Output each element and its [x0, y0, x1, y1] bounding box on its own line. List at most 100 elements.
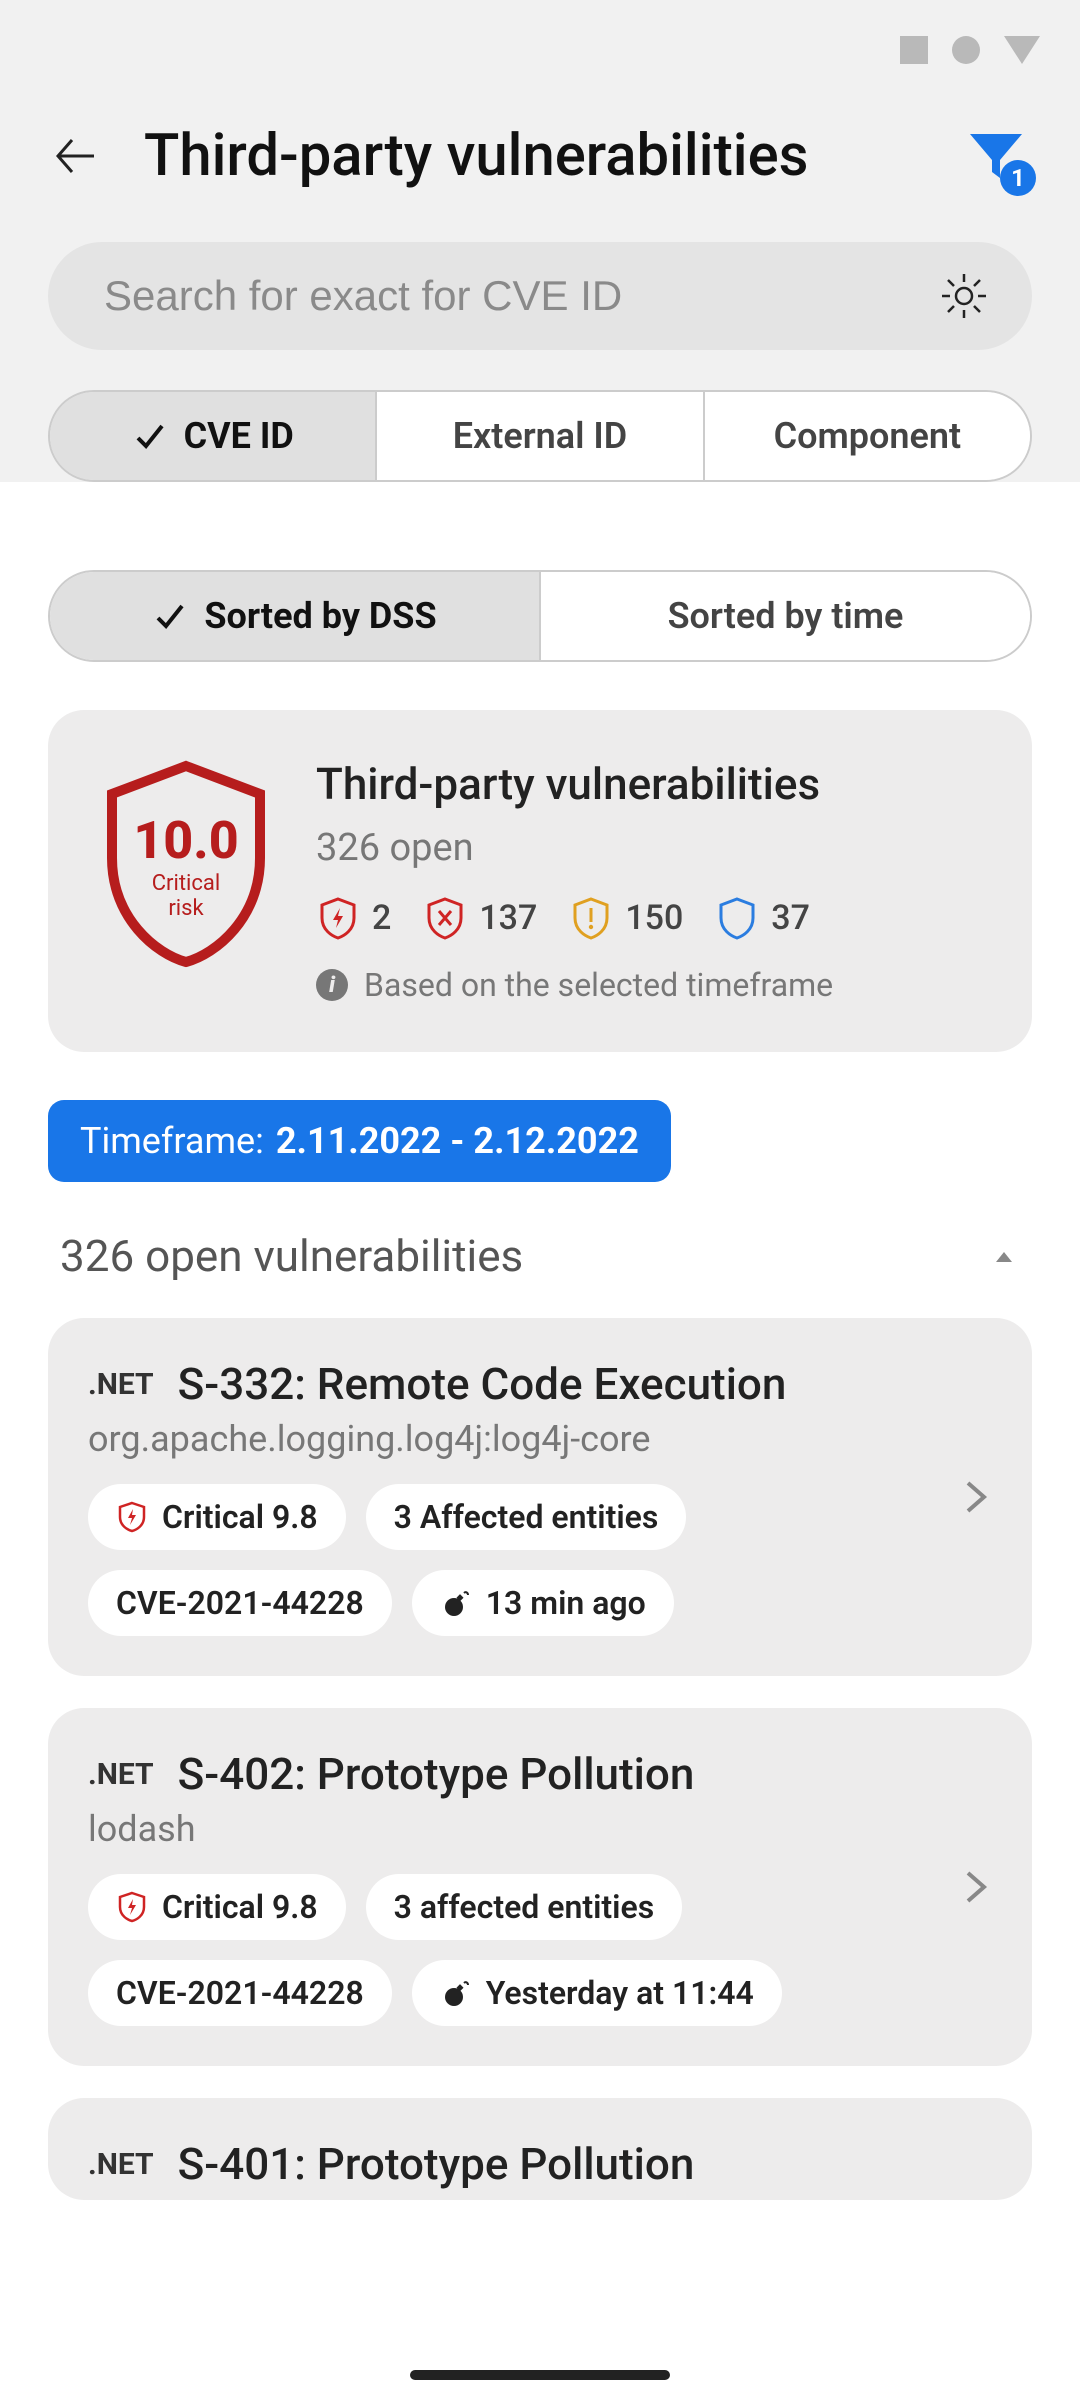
search-bar[interactable]	[48, 242, 1032, 350]
tab-cve-id[interactable]: CVE ID	[50, 392, 377, 480]
shield-icon	[715, 896, 759, 940]
chevron-right-icon	[956, 1477, 996, 1517]
shield-content: 10.0 Critical risk	[96, 758, 276, 968]
vuln-header: .NET S-402: Prototype Pollution	[88, 1748, 992, 1800]
tab-external-id-label: External ID	[453, 415, 627, 457]
severity-high-count: 137	[479, 898, 537, 938]
severity-medium-count: 150	[625, 898, 683, 938]
vuln-title: S-402: Prototype Pollution	[178, 1748, 695, 1800]
vuln-header: .NET S-332: Remote Code Execution	[88, 1358, 992, 1410]
timeframe-chip[interactable]: Timeframe: 2.11.2022 - 2.12.2022	[48, 1100, 671, 1182]
list-section-header[interactable]: 326 open vulnerabilities	[48, 1230, 1032, 1318]
affected-chip-label: 3 affected entities	[394, 1888, 655, 1926]
tab-sort-time-label: Sorted by time	[668, 595, 904, 637]
vuln-title: S-332: Remote Code Execution	[178, 1358, 787, 1410]
severity-low: 37	[715, 896, 810, 940]
tab-component-label: Component	[774, 415, 962, 457]
search-mode-tabs: CVE ID External ID Component	[48, 390, 1032, 482]
filter-button[interactable]: 1	[960, 120, 1032, 192]
collapse-button[interactable]	[988, 1240, 1020, 1272]
vuln-subtitle: lodash	[88, 1808, 992, 1850]
severity-high: 137	[423, 896, 537, 940]
tech-badge: .NET	[88, 2147, 154, 2182]
tab-external-id[interactable]: External ID	[377, 392, 704, 480]
check-icon	[152, 598, 188, 634]
severity-chip: Critical 9.8	[88, 1874, 346, 1940]
page-title: Third-party vulnerabilities	[144, 122, 920, 190]
cve-chip: CVE-2021-44228	[88, 1960, 392, 2026]
shield-bolt-icon	[116, 1891, 148, 1923]
search-input[interactable]	[104, 272, 912, 320]
time-chip: 13 min ago	[412, 1570, 674, 1636]
tech-badge: .NET	[88, 1367, 154, 1402]
vuln-card[interactable]: .NET S-401: Prototype Pollution	[48, 2098, 1032, 2200]
sort-tabs: Sorted by DSS Sorted by time	[48, 570, 1032, 662]
time-chip-label: 13 min ago	[486, 1584, 646, 1622]
risk-score-value: 10.0	[133, 815, 238, 867]
tab-sort-dss-label: Sorted by DSS	[204, 595, 436, 637]
vuln-header: .NET S-401: Prototype Pollution	[88, 2138, 992, 2190]
tab-cve-id-label: CVE ID	[184, 415, 294, 457]
gear-icon	[938, 270, 990, 322]
status-circle-icon	[952, 36, 980, 64]
tab-component[interactable]: Component	[705, 392, 1030, 480]
risk-label-line2: risk	[168, 896, 203, 921]
summary-info-text: Based on the selected timeframe	[364, 966, 833, 1004]
tab-sort-dss[interactable]: Sorted by DSS	[50, 572, 541, 660]
severity-chip-label: Critical 9.8	[162, 1888, 318, 1926]
risk-label-line1: Critical	[152, 871, 221, 896]
arrow-left-icon	[52, 132, 100, 180]
shield-bolt-icon	[116, 1501, 148, 1533]
nav-handle[interactable]	[410, 2370, 670, 2380]
shield-bolt-icon	[316, 896, 360, 940]
vuln-subtitle: org.apache.logging.log4j:log4j-core	[88, 1418, 992, 1460]
top-section: Third-party vulnerabilities 1 CVE ID Ext…	[0, 100, 1080, 482]
search-settings-button[interactable]	[936, 268, 992, 324]
vuln-card[interactable]: .NET S-402: Prototype Pollution lodash C…	[48, 1708, 1032, 2066]
tech-badge: .NET	[88, 1757, 154, 1792]
severity-medium: 150	[569, 896, 683, 940]
bomb-icon	[440, 1977, 472, 2009]
check-icon	[132, 418, 168, 454]
timeframe-label: Timeframe:	[80, 1120, 264, 1162]
severity-critical-count: 2	[372, 898, 391, 938]
triangle-up-icon	[992, 1244, 1016, 1268]
chip-row: Critical 9.8 3 affected entities CVE-202…	[88, 1874, 992, 2026]
affected-chip: 3 affected entities	[366, 1874, 683, 1940]
cve-chip: CVE-2021-44228	[88, 1570, 392, 1636]
time-chip-label: Yesterday at 11:44	[486, 1974, 754, 2012]
app-bar: Third-party vulnerabilities 1	[0, 100, 1080, 212]
severity-chip-label: Critical 9.8	[162, 1498, 318, 1536]
risk-score-shield: 10.0 Critical risk	[96, 758, 276, 968]
tab-sort-time[interactable]: Sorted by time	[541, 572, 1030, 660]
cve-chip-label: CVE-2021-44228	[116, 1584, 364, 1622]
summary-info-row: i Based on the selected timeframe	[316, 966, 984, 1004]
shield-exclaim-icon	[569, 896, 613, 940]
bomb-icon	[440, 1587, 472, 1619]
affected-chip: 3 Affected entities	[366, 1484, 687, 1550]
list-section-title: 326 open vulnerabilities	[60, 1230, 523, 1282]
severity-row: 2 137 150	[316, 896, 984, 940]
cve-chip-label: CVE-2021-44228	[116, 1974, 364, 2012]
chip-row: Critical 9.8 3 Affected entities CVE-202…	[88, 1484, 992, 1636]
info-icon: i	[316, 969, 348, 1001]
status-bar	[0, 0, 1080, 100]
filter-count-badge: 1	[1000, 160, 1036, 196]
summary-card: 10.0 Critical risk Third-party vulnerabi…	[48, 710, 1032, 1052]
time-chip: Yesterday at 11:44	[412, 1960, 782, 2026]
summary-title: Third-party vulnerabilities	[316, 758, 984, 810]
shield-x-icon	[423, 896, 467, 940]
chevron-right-icon	[956, 1867, 996, 1907]
status-triangle-icon	[1004, 36, 1040, 64]
summary-open-count: 326 open	[316, 826, 984, 870]
main-section: Sorted by DSS Sorted by time 10.0 Critic…	[0, 522, 1080, 2200]
vuln-title: S-401: Prototype Pollution	[178, 2138, 695, 2190]
severity-chip: Critical 9.8	[88, 1484, 346, 1550]
severity-critical: 2	[316, 896, 391, 940]
severity-low-count: 37	[771, 898, 810, 938]
back-button[interactable]	[48, 128, 104, 184]
affected-chip-label: 3 Affected entities	[394, 1498, 659, 1536]
summary-right: Third-party vulnerabilities 326 open 2 1…	[316, 758, 984, 1004]
status-square-icon	[900, 36, 928, 64]
vuln-card[interactable]: .NET S-332: Remote Code Execution org.ap…	[48, 1318, 1032, 1676]
